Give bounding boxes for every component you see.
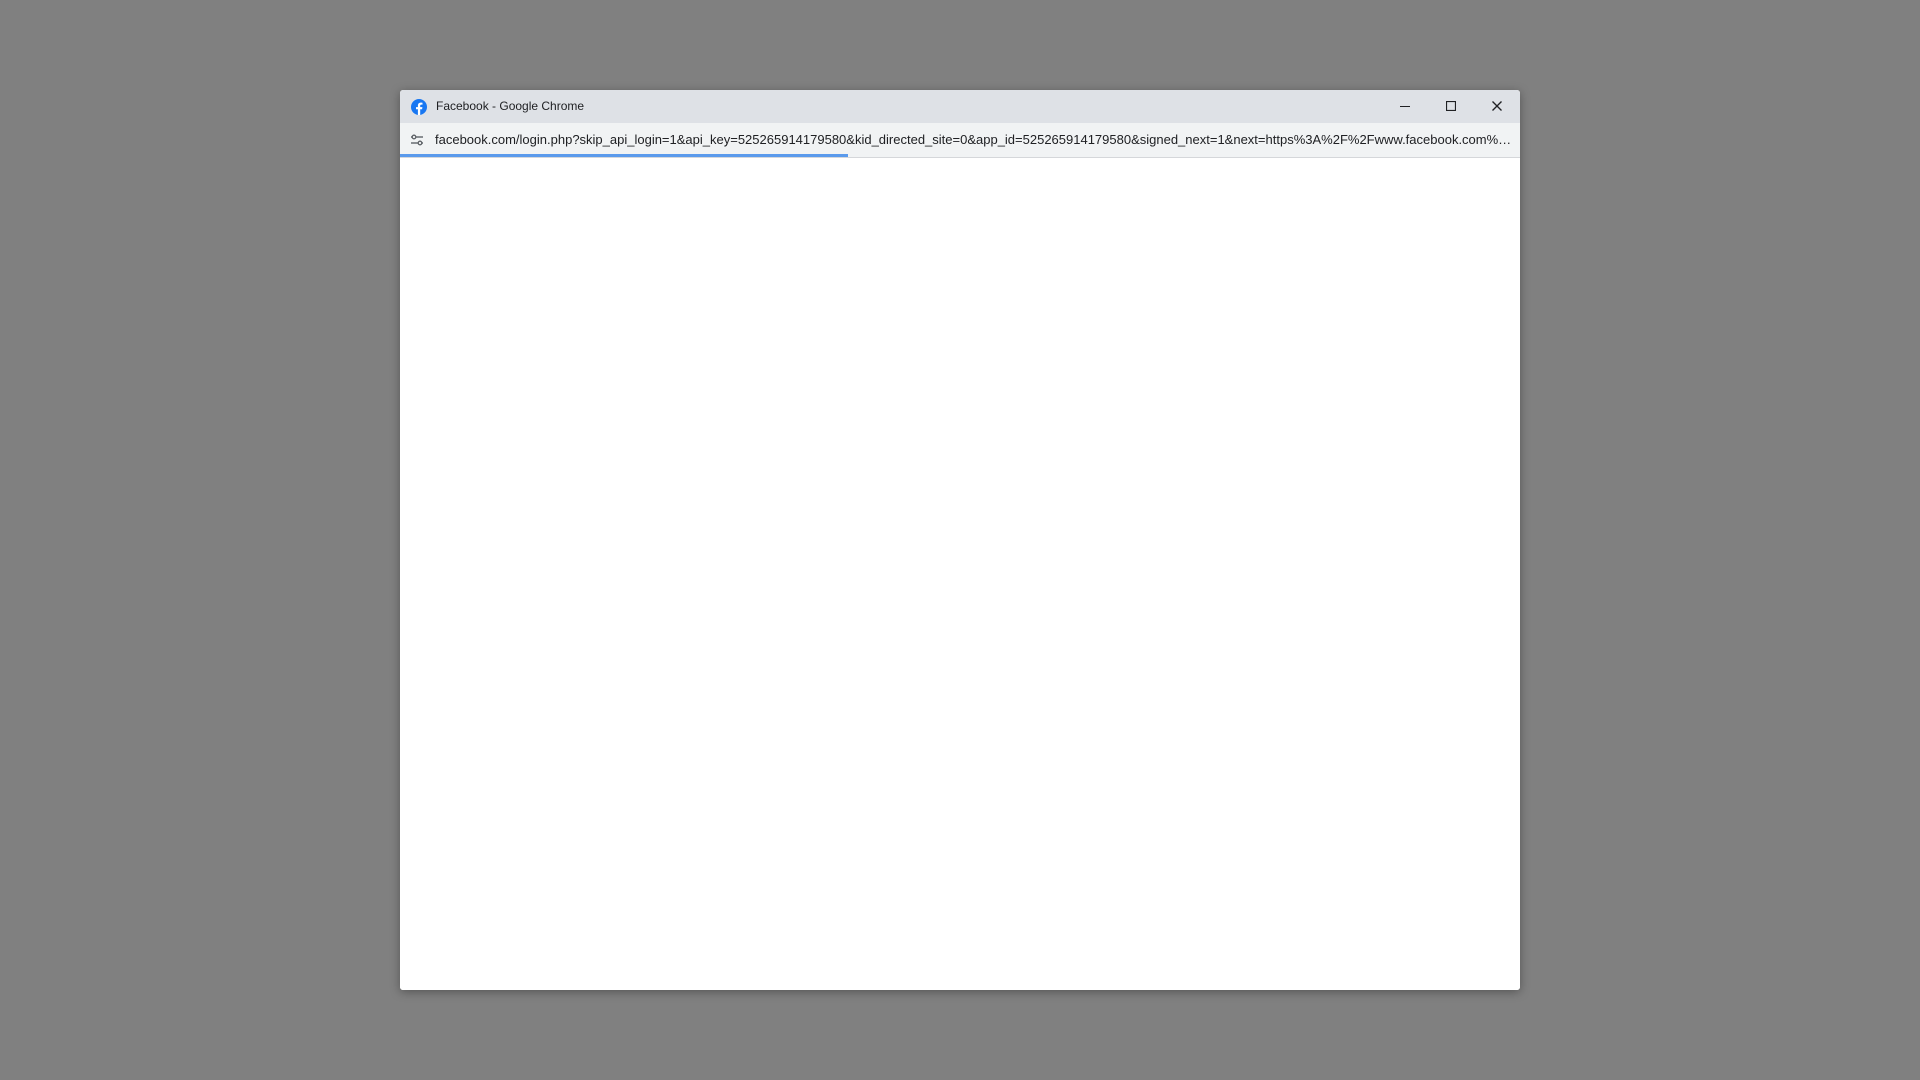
minimize-button[interactable] xyxy=(1382,90,1428,123)
page-content xyxy=(400,158,1520,990)
close-button[interactable] xyxy=(1474,90,1520,123)
loading-progress-bar xyxy=(400,154,1520,157)
facebook-icon xyxy=(411,99,427,115)
address-bar[interactable]: facebook.com/login.php?skip_api_login=1&… xyxy=(400,123,1520,158)
tune-icon[interactable] xyxy=(408,132,426,148)
close-icon xyxy=(1492,98,1502,116)
title-bar[interactable]: Facebook - Google Chrome xyxy=(400,90,1520,123)
loading-progress-fill xyxy=(400,154,848,157)
minimize-icon xyxy=(1400,98,1410,116)
url-text[interactable]: facebook.com/login.php?skip_api_login=1&… xyxy=(435,123,1518,157)
browser-window: Facebook - Google Chrome facebook.com/lo… xyxy=(400,90,1520,990)
maximize-button[interactable] xyxy=(1428,90,1474,123)
maximize-icon xyxy=(1445,98,1457,116)
window-title: Facebook - Google Chrome xyxy=(436,99,585,113)
